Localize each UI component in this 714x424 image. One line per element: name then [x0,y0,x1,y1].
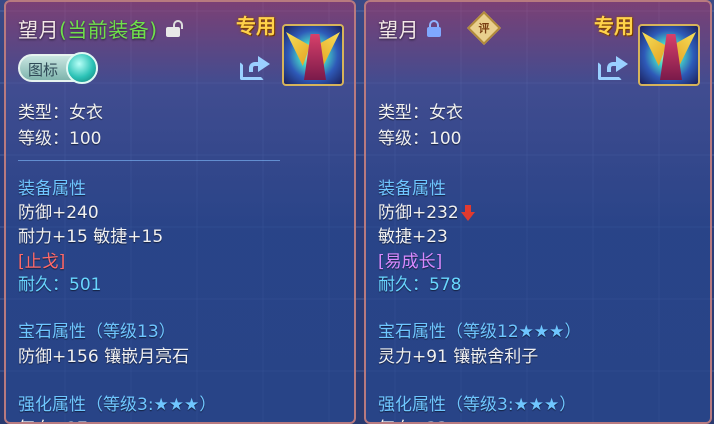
item-title: 望月 (当前装备) [18,14,183,43]
forge-stat: 气血+33 [378,414,448,422]
icon-toggle[interactable]: 图标 [18,52,98,84]
defense-stat: 防御+240 [18,203,99,223]
item-robe-icon [638,24,700,86]
equipment-attr-heading: 装备属性 [18,179,86,199]
gem-stat: 灵力+91 镶嵌舍利子 [378,347,539,367]
special-effect: [易成长] [378,252,443,272]
item-level: 等级：100 [18,129,102,149]
item-robe-icon [282,24,344,86]
item-type: 类型：女衣 [18,103,103,123]
forge-attr-heading: 强化属性（等级3:★★★） [18,395,217,415]
exclusive-label: 专用 [236,14,276,38]
bonus-stats: 敏捷+23 [378,227,448,247]
toggle-knob[interactable] [66,52,98,84]
item-title: 望月 [378,14,441,43]
compare-item-tooltip: 望月 评 专用 类型：女衣 等级：100 装备属性 防御+232 敏捷+23 [… [364,0,712,424]
item-name: 望月 [378,18,419,42]
item-level: 等级：100 [378,129,462,149]
rating-badge-label: 评 [478,22,490,35]
forge-attr-heading: 强化属性（等级3:★★★） [378,395,577,415]
special-effect: [止戈] [18,252,66,272]
item-type: 类型：女衣 [378,103,463,123]
exclusive-label: 专用 [594,14,634,38]
item-name: 望月 [18,18,59,42]
unlock-icon[interactable] [165,20,183,37]
equipped-item-tooltip: 望月 (当前装备) 专用 图标 类型：女衣 等级：100 装备属性 防御+240 … [4,0,356,424]
equipment-attr-heading: 装备属性 [378,179,446,199]
gem-stat: 防御+156 镶嵌月亮石 [18,347,190,367]
equipped-status: (当前装备) [59,18,158,42]
gem-attr-heading: 宝石属性（等级12★★★） [378,322,582,342]
gem-attr-heading: 宝石属性（等级13） [18,322,176,342]
defense-stat: 防御+232 [378,203,459,223]
share-icon[interactable] [240,56,270,80]
divider [18,160,280,161]
rating-badge[interactable]: 评 [467,11,501,45]
bonus-stats: 耐力+15 敏捷+15 [18,227,164,247]
durability: 耐久：501 [18,275,102,295]
icon-toggle-label: 图标 [28,61,59,79]
lock-icon[interactable] [427,20,441,37]
share-icon[interactable] [598,56,628,80]
down-arrow-icon [460,205,475,221]
durability: 耐久：578 [378,275,462,295]
defense-stat-row: 防御+232 [378,198,475,223]
forge-stat: 气血+27 [18,414,88,422]
